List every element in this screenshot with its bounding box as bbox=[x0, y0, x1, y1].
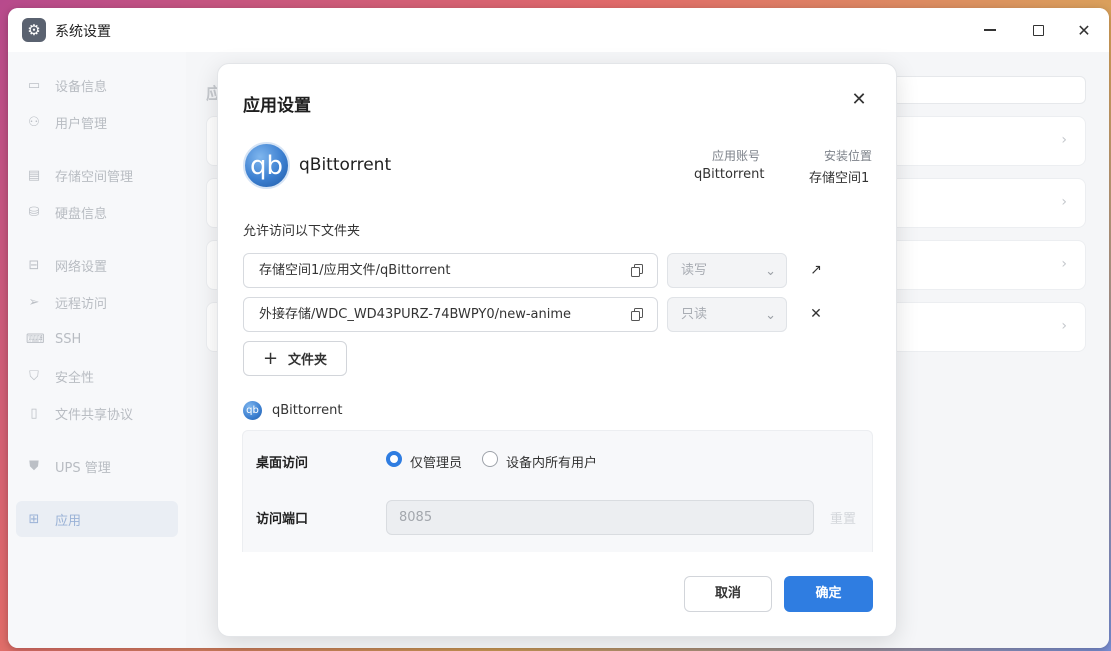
desktop-access-label: 桌面访问 bbox=[256, 456, 309, 471]
folder-path-field[interactable]: 存储空间1/应用文件/qBittorrent bbox=[243, 253, 658, 288]
sidebar-item-label: 安全性 bbox=[55, 370, 95, 386]
sidebar-item-ssh[interactable]: ⌨ SSH bbox=[16, 321, 178, 357]
chevron-right-icon: › bbox=[1061, 194, 1067, 210]
reset-button[interactable]: 重置 bbox=[830, 508, 856, 527]
sidebar-item-file-sharing[interactable]: ▯ 文件共享协议 bbox=[16, 395, 178, 431]
sidebar-item-label: SSH bbox=[55, 331, 82, 347]
account-value: qBittorrent bbox=[694, 167, 765, 182]
app-settings-dialog: 应用设置 ✕ qb qBittorrent 应用账号 qBittorrent 安… bbox=[217, 63, 897, 637]
folders-section-label: 允许访问以下文件夹 bbox=[243, 224, 361, 239]
chevron-right-icon: › bbox=[1061, 318, 1067, 334]
sidebar-item-label: 文件共享协议 bbox=[55, 407, 134, 423]
device-icon: ▭ bbox=[27, 77, 41, 93]
close-icon: ✕ bbox=[1077, 20, 1091, 40]
permission-value: 读写 bbox=[681, 263, 708, 278]
gear-icon: ⚙ bbox=[22, 18, 46, 42]
close-icon[interactable]: ✕ bbox=[849, 90, 869, 110]
app-section-name: qBittorrent bbox=[272, 403, 343, 418]
storage-icon: ▤ bbox=[27, 167, 41, 183]
shield-icon: ⛉ bbox=[29, 368, 39, 384]
sidebar-item-remote-access[interactable]: ➢ 远程访问 bbox=[16, 284, 178, 320]
ups-shield-icon: ⛊ bbox=[29, 458, 39, 474]
chevron-right-icon: › bbox=[1061, 256, 1067, 272]
sidebar-item-label: 远程访问 bbox=[55, 296, 108, 312]
remove-folder-icon[interactable]: ✕ bbox=[808, 306, 824, 322]
sidebar-item-disk-info[interactable]: ⛁ 硬盘信息 bbox=[16, 194, 178, 230]
send-icon: ➢ bbox=[28, 294, 40, 310]
qbittorrent-small-icon: qb bbox=[243, 401, 262, 420]
sidebar-item-storage[interactable]: ▤ 存储空间管理 bbox=[16, 157, 178, 193]
window-close-button[interactable]: ✕ bbox=[1071, 18, 1097, 42]
port-label: 访问端口 bbox=[256, 512, 309, 527]
sidebar-item-label: 应用 bbox=[55, 513, 82, 529]
permission-value: 只读 bbox=[681, 307, 708, 322]
open-folder-arrow-icon[interactable]: ↗ bbox=[808, 262, 824, 278]
maximize-icon bbox=[1032, 24, 1044, 36]
chevron-down-icon: ⌄ bbox=[765, 308, 776, 323]
sidebar-item-label: UPS 管理 bbox=[55, 460, 111, 476]
sidebar-item-users[interactable]: ⚇ 用户管理 bbox=[16, 104, 178, 140]
account-label: 应用账号 bbox=[712, 149, 761, 163]
app-name: qBittorrent bbox=[299, 155, 392, 175]
terminal-icon: ⌨ bbox=[26, 331, 45, 347]
user-icon: ⚇ bbox=[28, 114, 40, 130]
folder-path-text: 存储空间1/应用文件/qBittorrent bbox=[259, 263, 451, 278]
network-icon: ⊟ bbox=[28, 257, 40, 273]
file-icon: ▯ bbox=[30, 405, 38, 421]
app-settings-panel: 桌面访问 仅管理员 设备内所有用户 访问端口 8085 重置 bbox=[242, 430, 873, 552]
chevron-right-icon: › bbox=[1061, 132, 1067, 148]
window-title: 系统设置 bbox=[55, 24, 111, 40]
chevron-down-icon: ⌄ bbox=[765, 264, 776, 279]
add-folder-button[interactable]: + 文件夹 bbox=[243, 341, 347, 376]
minimize-icon bbox=[984, 29, 996, 31]
title-bar: ⚙ 系统设置 ✕ bbox=[8, 8, 1109, 52]
apps-grid-icon: ⊞ bbox=[28, 511, 40, 527]
copy-icon[interactable] bbox=[631, 264, 643, 277]
add-folder-label: 文件夹 bbox=[288, 353, 328, 368]
radio-all-users[interactable] bbox=[482, 451, 498, 467]
permission-select[interactable]: 只读 ⌄ bbox=[667, 297, 787, 332]
minimize-button[interactable] bbox=[977, 18, 1003, 42]
folder-path-text: 外接存储/WDC_WD43PURZ-74BWPY0/new-anime bbox=[259, 307, 572, 322]
sidebar-item-device-info[interactable]: ▭ 设备信息 bbox=[16, 67, 178, 103]
confirm-button[interactable]: 确定 bbox=[784, 576, 873, 612]
sidebar: ▭ 设备信息 ⚇ 用户管理 ▤ 存储空间管理 ⛁ 硬盘信息 ⊟ 网络设置 ➢ 远… bbox=[8, 52, 186, 648]
plus-icon: + bbox=[262, 347, 279, 369]
sidebar-item-apps[interactable]: ⊞ 应用 bbox=[16, 501, 178, 537]
sidebar-item-network[interactable]: ⊟ 网络设置 bbox=[16, 247, 178, 283]
sidebar-item-security[interactable]: ⛉ 安全性 bbox=[16, 358, 178, 394]
port-input[interactable]: 8085 bbox=[386, 500, 814, 535]
maximize-button[interactable] bbox=[1025, 18, 1051, 42]
qbittorrent-logo-icon: qb bbox=[243, 142, 290, 189]
sidebar-item-label: 设备信息 bbox=[55, 79, 108, 95]
location-value: 存储空间1 bbox=[809, 171, 870, 186]
sidebar-item-label: 网络设置 bbox=[55, 259, 108, 275]
dialog-title: 应用设置 bbox=[243, 96, 311, 116]
sidebar-item-label: 硬盘信息 bbox=[55, 206, 108, 222]
sidebar-item-label: 用户管理 bbox=[55, 116, 108, 132]
radio-all-users-label: 设备内所有用户 bbox=[506, 456, 598, 471]
search-input[interactable] bbox=[892, 76, 1086, 104]
sidebar-item-label: 存储空间管理 bbox=[55, 169, 134, 185]
radio-admin-only-label: 仅管理员 bbox=[410, 456, 463, 471]
copy-icon[interactable] bbox=[631, 308, 643, 321]
disk-icon: ⛁ bbox=[28, 204, 40, 220]
location-label: 安装位置 bbox=[824, 149, 873, 163]
cancel-button[interactable]: 取消 bbox=[684, 576, 772, 612]
permission-select[interactable]: 读写 ⌄ bbox=[667, 253, 787, 288]
sidebar-item-ups[interactable]: ⛊ UPS 管理 bbox=[16, 448, 178, 484]
radio-admin-only[interactable] bbox=[386, 451, 402, 467]
folder-path-field[interactable]: 外接存储/WDC_WD43PURZ-74BWPY0/new-anime bbox=[243, 297, 658, 332]
